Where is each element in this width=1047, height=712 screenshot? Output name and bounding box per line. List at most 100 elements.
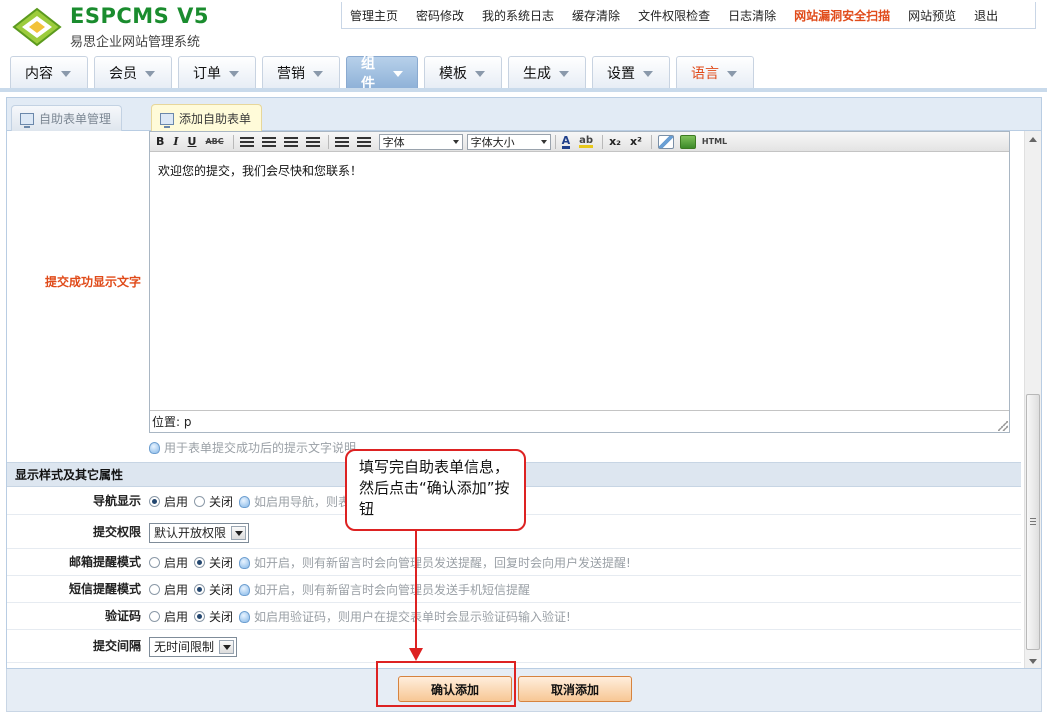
- highlight-color-button[interactable]: ab: [579, 135, 594, 148]
- toolbar-separator: [232, 134, 234, 149]
- toolbar-separator: [327, 134, 329, 149]
- editor-status-bar: 位置: p: [150, 410, 1009, 432]
- confirm-add-button[interactable]: 确认添加: [398, 676, 512, 702]
- lightbulb-icon: [149, 441, 160, 454]
- field-value: 启用 关闭 如开启，则有新留言时会向管理员发送手机短信提醒: [149, 576, 530, 603]
- top-nav-my-logs[interactable]: 我的系统日志: [482, 7, 554, 24]
- success-text-label: 提交成功显示文字: [44, 274, 141, 289]
- align-center-icon[interactable]: [261, 136, 276, 147]
- editor-content[interactable]: 欢迎您的提交，我们会尽快和您联系！: [158, 162, 362, 179]
- editor-hint: 用于表单提交成功后的提示文字说明: [149, 439, 356, 456]
- field-label: 提交权限: [92, 525, 141, 539]
- align-left-icon[interactable]: [239, 136, 254, 147]
- field-label: 邮箱提醒模式: [68, 555, 141, 569]
- bottom-action-bar: 确认添加 取消添加: [6, 669, 1042, 712]
- unordered-list-icon[interactable]: [334, 136, 349, 147]
- top-nav-security-scan[interactable]: 网站漏洞安全扫描: [794, 7, 890, 24]
- underline-button[interactable]: U: [188, 135, 197, 148]
- nav-tab-marketing[interactable]: 营销: [262, 56, 340, 88]
- font-family-value: 字体: [382, 135, 405, 149]
- logo: ESPCMS V5 易思企业网站管理系统: [8, 4, 238, 50]
- align-right-icon[interactable]: [283, 136, 298, 147]
- nav-tab-components[interactable]: 组件: [346, 56, 418, 92]
- nav-display-off-radio[interactable]: [194, 496, 206, 507]
- captcha-off-radio[interactable]: [194, 611, 206, 622]
- top-nav-site-preview[interactable]: 网站预览: [908, 7, 956, 24]
- nav-tab-order[interactable]: 订单: [178, 56, 256, 88]
- cancel-add-button[interactable]: 取消添加: [518, 676, 632, 702]
- nav-tab-template[interactable]: 模板: [424, 56, 502, 88]
- tab-label: 自助表单管理: [39, 112, 112, 126]
- main-nav: 内容 会员 订单 营销 组件 模板 生成 设置 语言: [10, 56, 760, 92]
- align-justify-icon[interactable]: [305, 136, 320, 147]
- editor-toolbar: B I U ABC 字体 字体大小 A ab x₂ x² HTML: [150, 132, 1009, 152]
- field-value: 启用 关闭 如启用验证码，则用户在提交表单时会显示验证码输入验证!: [149, 603, 571, 630]
- scroll-thumb[interactable]: [1026, 394, 1040, 650]
- arrow-down-icon: [409, 648, 423, 661]
- form-row-interval: 提交间隔 无时间限制: [7, 630, 1021, 663]
- font-size-select[interactable]: 字体大小: [466, 133, 551, 150]
- html-source-button[interactable]: HTML: [702, 137, 727, 146]
- radio-label: 启用: [164, 610, 189, 624]
- email-reminder-off-radio[interactable]: [194, 557, 206, 568]
- radio-label: 关闭: [209, 495, 234, 509]
- select-value: 无时间限制: [154, 640, 215, 654]
- nav-tab-label: 会员: [109, 65, 137, 82]
- chevron-down-icon: [727, 70, 737, 77]
- hint-text: 如开启，则有新留言时会向管理员发送手机短信提醒: [254, 583, 531, 597]
- superscript-button[interactable]: x²: [630, 135, 642, 148]
- nav-tab-settings[interactable]: 设置: [592, 56, 670, 88]
- nav-tab-generate[interactable]: 生成: [508, 56, 586, 88]
- bold-button[interactable]: B: [156, 135, 164, 148]
- nav-tab-label: 模板: [439, 65, 467, 82]
- field-hint: 如开启，则有新留言时会向管理员发送手机短信提醒: [239, 581, 530, 598]
- field-label: 导航显示: [92, 494, 141, 508]
- radio-label: 关闭: [209, 556, 234, 570]
- italic-button[interactable]: I: [173, 135, 178, 148]
- radio-label: 启用: [164, 583, 189, 597]
- nav-tab-language[interactable]: 语言: [676, 56, 754, 88]
- font-color-button[interactable]: A: [561, 135, 571, 149]
- sms-reminder-off-radio[interactable]: [194, 584, 206, 595]
- permission-select[interactable]: 默认开放权限: [149, 522, 250, 543]
- nav-tab-label: 语言: [691, 65, 719, 82]
- top-nav-permission-check[interactable]: 文件权限检查: [638, 7, 710, 24]
- tab-form-add[interactable]: 添加自助表单: [151, 104, 263, 132]
- chevron-down-icon: [393, 70, 403, 77]
- interval-select[interactable]: 无时间限制: [149, 636, 238, 657]
- chevron-down-icon: [475, 70, 485, 77]
- ordered-list-icon[interactable]: [356, 136, 371, 147]
- field-label: 验证码: [104, 609, 141, 623]
- scroll-down-icon[interactable]: [1025, 653, 1041, 668]
- resize-handle[interactable]: [998, 421, 1008, 431]
- chevron-down-icon: [643, 70, 653, 77]
- lightbulb-icon: [239, 556, 251, 569]
- lightbulb-icon: [239, 495, 251, 508]
- sms-reminder-on-radio[interactable]: [149, 584, 160, 595]
- scroll-up-icon[interactable]: [1025, 131, 1041, 147]
- top-nav-logout[interactable]: 退出: [974, 7, 998, 24]
- nav-tab-content[interactable]: 内容: [10, 56, 88, 88]
- rich-text-editor[interactable]: B I U ABC 字体 字体大小 A ab x₂ x² HTML 欢迎您的提交…: [149, 131, 1010, 433]
- image-icon[interactable]: [679, 134, 696, 149]
- toolbar-separator: [602, 134, 604, 149]
- subscript-button[interactable]: x₂: [609, 135, 621, 148]
- nav-tab-member[interactable]: 会员: [94, 56, 172, 88]
- field-value: 默认开放权限: [149, 516, 250, 549]
- captcha-on-radio[interactable]: [149, 611, 160, 622]
- chevron-down-icon: [540, 139, 547, 144]
- scrollbar[interactable]: [1024, 131, 1041, 668]
- top-nav-home[interactable]: 管理主页: [350, 7, 398, 24]
- hint-text: 用于表单提交成功后的提示文字说明: [164, 441, 357, 455]
- font-family-select[interactable]: 字体: [378, 133, 463, 150]
- top-nav-clear-logs[interactable]: 日志清除: [728, 7, 776, 24]
- select-value: 默认开放权限: [154, 526, 227, 540]
- strikethrough-button[interactable]: ABC: [205, 137, 223, 146]
- nav-display-on-radio[interactable]: [149, 496, 160, 507]
- top-nav-clear-cache[interactable]: 缓存清除: [572, 7, 620, 24]
- email-reminder-on-radio[interactable]: [149, 557, 160, 568]
- annotation-callout: 填写完自助表单信息，然后点击“确认添加”按钮: [345, 449, 526, 531]
- top-nav-change-password[interactable]: 密码修改: [416, 7, 464, 24]
- tab-form-manage[interactable]: 自助表单管理: [11, 105, 123, 131]
- edit-icon[interactable]: [657, 134, 674, 149]
